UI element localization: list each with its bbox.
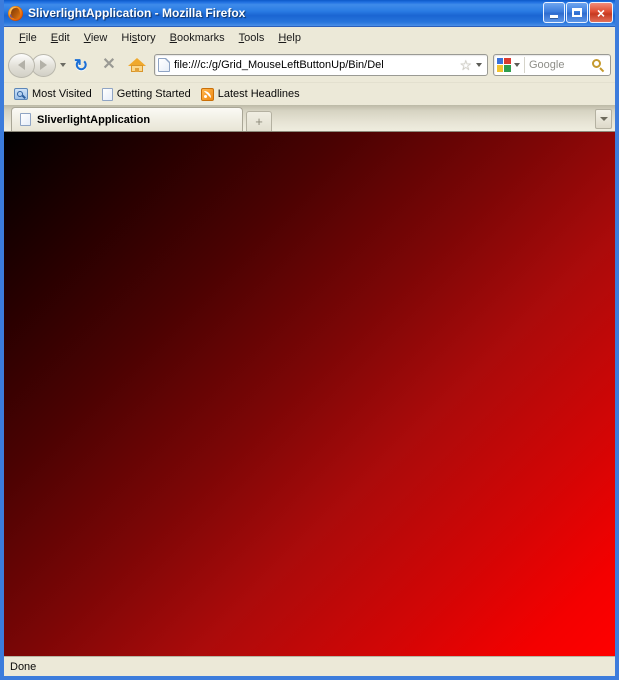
arrow-right-icon (40, 60, 47, 70)
back-button[interactable] (8, 52, 35, 78)
minimize-button[interactable] (543, 2, 565, 23)
new-tab-button[interactable]: + (246, 111, 272, 131)
menu-view[interactable]: View (77, 30, 115, 46)
navigation-toolbar: ↻ ✕ file:///c:/g/Grid_MouseLeftButtonUp/… (4, 48, 615, 82)
menu-history[interactable]: History (114, 30, 162, 46)
close-button[interactable]: × (589, 2, 613, 23)
bookmark-label: Getting Started (116, 88, 191, 100)
close-icon: × (596, 4, 606, 21)
menu-bookmarks[interactable]: Bookmarks (163, 30, 232, 46)
page-content[interactable] (4, 132, 615, 656)
menu-help[interactable]: Help (271, 30, 308, 46)
google-icon (497, 58, 511, 72)
window-controls: × (543, 2, 613, 23)
tab-list-button[interactable] (595, 109, 612, 129)
title-bar: SliverlightApplication - Mozilla Firefox… (4, 0, 615, 27)
firefox-icon (7, 5, 24, 22)
menu-edit[interactable]: Edit (44, 30, 77, 46)
search-input[interactable]: Google (529, 59, 592, 71)
rss-icon (200, 87, 214, 101)
search-icon[interactable] (592, 58, 605, 72)
history-dropdown-icon[interactable] (60, 63, 66, 67)
page-icon (158, 58, 170, 72)
page-icon (101, 87, 113, 101)
browser-chrome: File Edit View History Bookmarks Tools H… (4, 27, 615, 132)
bookmark-most-visited[interactable]: Most Visited (11, 87, 97, 101)
maximize-icon (572, 8, 582, 17)
maximize-button[interactable] (566, 2, 588, 23)
status-bar: Done (4, 656, 615, 676)
chevron-down-icon[interactable] (476, 63, 482, 67)
stop-button[interactable]: ✕ (96, 52, 122, 78)
home-icon (128, 57, 146, 73)
divider (524, 57, 525, 73)
bookmark-latest-headlines[interactable]: Latest Headlines (198, 87, 305, 102)
search-bar[interactable]: Google (493, 54, 611, 76)
folder-search-icon (14, 88, 28, 100)
nav-button-group (8, 52, 66, 78)
window-title: SliverlightApplication - Mozilla Firefox (28, 6, 246, 20)
silverlight-gradient-canvas[interactable] (4, 132, 615, 656)
minimize-icon (550, 14, 558, 18)
tab-strip: SliverlightApplication + (4, 105, 615, 132)
tab-label: SliverlightApplication (37, 113, 151, 126)
plus-icon: + (255, 114, 263, 129)
search-engine-chevron-icon[interactable] (514, 63, 520, 67)
bookmark-label: Latest Headlines (217, 88, 300, 100)
stop-icon: ✕ (102, 56, 116, 73)
menu-tools[interactable]: Tools (232, 30, 272, 46)
arrow-left-icon (18, 60, 25, 70)
url-input[interactable]: file:///c:/g/Grid_MouseLeftButtonUp/Bin/… (174, 59, 457, 71)
bookmark-getting-started[interactable]: Getting Started (99, 87, 196, 102)
menu-file[interactable]: File (12, 30, 44, 46)
reload-icon: ↻ (73, 55, 89, 75)
chevron-down-icon (599, 117, 608, 121)
bookmark-star-icon[interactable]: ☆ (459, 58, 472, 72)
browser-window: SliverlightApplication - Mozilla Firefox… (0, 0, 619, 680)
tab-sliverlightapplication[interactable]: SliverlightApplication (11, 107, 243, 131)
bookmark-label: Most Visited (32, 88, 92, 100)
address-bar[interactable]: file:///c:/g/Grid_MouseLeftButtonUp/Bin/… (154, 54, 488, 76)
page-icon (20, 113, 31, 126)
bookmarks-toolbar: Most Visited Getting Started Latest Head… (4, 82, 615, 105)
reload-button[interactable]: ↻ (68, 52, 94, 78)
status-text: Done (10, 660, 37, 673)
menu-bar: File Edit View History Bookmarks Tools H… (4, 27, 615, 48)
home-button[interactable] (124, 52, 150, 78)
